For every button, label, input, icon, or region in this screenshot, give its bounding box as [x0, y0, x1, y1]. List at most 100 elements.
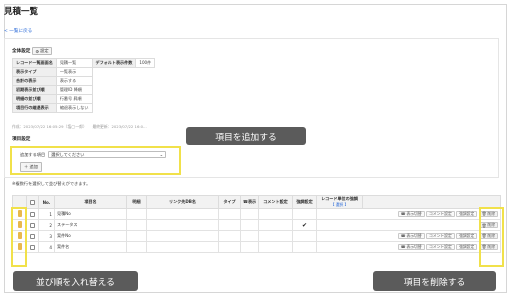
comment-settings-button[interactable]: コメント設定 [425, 211, 455, 218]
header-type: タイプ [218, 195, 241, 209]
gear-icon: ⚙ [35, 48, 40, 54]
row-display [240, 208, 259, 220]
row-link [146, 219, 219, 231]
row-emphasis [292, 241, 317, 253]
row-field-name: 案件名 [54, 241, 127, 253]
emphasis-settings-button[interactable]: 強調設定 [456, 211, 478, 218]
row-link [146, 208, 219, 220]
settings-button-label: 設定 [40, 48, 49, 53]
row-actions: ☎ 表示切替 コメント設定 強調設定 🗑 削除 [316, 241, 501, 253]
add-item-select[interactable]: 選択してください ⌄ [48, 151, 167, 158]
back-link[interactable]: < 一覧に戻る [4, 28, 32, 34]
header-link: リンク先DB名 [146, 195, 219, 209]
row-comment [258, 241, 293, 253]
header-no: No. [38, 195, 55, 209]
add-item-label: 追加する項目 [20, 151, 46, 157]
header-comment: コメント設定 [258, 195, 293, 209]
settings-key: 明細の並び順 [12, 94, 57, 104]
settings-row: 合計の表示 表示する [12, 76, 155, 86]
settings-row: 表示タイプ 一覧表示 [12, 67, 155, 77]
chevron-down-icon: ⌄ [159, 152, 164, 157]
table-row: 2 ステータス ✔ 🗑 削除 [12, 219, 501, 231]
settings-row: 項目行の縮退表示 縮退表示しない [12, 103, 155, 113]
row-checkbox-cell [26, 208, 39, 220]
row-detail [126, 208, 147, 220]
row-no: 2 [38, 219, 55, 231]
display-switch-button[interactable]: ☎ 表示切替 [397, 210, 425, 217]
field-table: No. 項目名 明細 リンク先DB名 タイプ ☎表示 コメント設定 強調設定 レ… [12, 195, 501, 253]
general-settings-title: 全体設定 [12, 49, 31, 54]
row-comment [258, 208, 293, 220]
row-display [240, 241, 259, 253]
settings-key: 合計の表示 [12, 76, 57, 86]
row-no: 3 [38, 230, 55, 242]
display-switch-button[interactable]: ☎ 表示切替 [397, 243, 425, 250]
page-title: 見積一覧 [4, 7, 39, 17]
row-no: 4 [38, 241, 55, 253]
field-settings-title: 項目設定 [12, 137, 31, 142]
row-checkbox-cell [26, 241, 39, 253]
row-type [218, 230, 241, 242]
settings-key: 初期表示並び順 [12, 85, 57, 95]
row-field-name: 案件No [54, 230, 127, 242]
row-display [240, 219, 259, 231]
add-item-button[interactable]: ＋ 追加 [20, 162, 42, 172]
display-switch-label: 表示切替 [406, 210, 422, 216]
comment-settings-button[interactable]: コメント設定 [425, 244, 455, 251]
reorder-hint: ※複数行を選択して並び替えができます。 [12, 181, 91, 186]
general-settings-heading: 全体設定 ⚙ 設定 [12, 47, 52, 55]
settings-key: デフォルト表示件数 [91, 58, 137, 68]
reorder-callout: 並び順を入れ替える [13, 271, 138, 291]
emphasis-settings-button[interactable]: 強調設定 [456, 233, 478, 240]
settings-button[interactable]: ⚙ 設定 [32, 47, 52, 55]
row-comment [258, 230, 293, 242]
row-checkbox[interactable] [30, 233, 35, 239]
table-header-row: No. 項目名 明細 リンク先DB名 タイプ ☎表示 コメント設定 強調設定 レ… [12, 195, 501, 209]
row-checkbox-cell [26, 219, 39, 231]
checkmark-icon: ✔ [301, 221, 308, 229]
select-all-checkbox[interactable] [30, 199, 35, 205]
row-field-name: 見積No [54, 208, 127, 220]
row-detail [126, 230, 147, 242]
settings-row: レコード一覧画面名 見積一覧 デフォルト表示件数 100件 [12, 58, 156, 68]
record-meta: 作成：2023/07/22 16:05:29（塩◯一郎） 最終更新：2023/0… [12, 124, 147, 129]
table-row: 1 見積No ☎ 表示切替 コメント設定 強調設定 🗑 削除 [12, 208, 501, 220]
row-detail [126, 219, 147, 231]
record-unit-select-link[interactable]: 【 選択 】 [318, 202, 361, 208]
row-emphasis [292, 208, 317, 220]
row-emphasis [292, 230, 317, 242]
settings-value: 行番号 昇順 [55, 94, 93, 104]
add-item-callout: 項目を追加する [186, 127, 306, 145]
add-item-button-label: 追加 [29, 164, 38, 169]
row-type [218, 241, 241, 253]
settings-value: 表示する [55, 76, 93, 86]
emphasis-settings-button[interactable]: 強調設定 [456, 244, 478, 251]
row-checkbox[interactable] [30, 222, 35, 228]
comment-settings-button[interactable]: コメント設定 [425, 233, 455, 240]
row-actions: 🗑 削除 [316, 219, 501, 231]
settings-value: 100件 [135, 58, 156, 68]
header-record-unit-label: レコード単位の強調 [321, 196, 358, 201]
header-display: ☎表示 [240, 195, 259, 209]
display-switch-label: 表示切替 [406, 232, 422, 238]
header-record-unit: レコード単位の強調 【 選択 】 [316, 195, 363, 209]
settings-key: 表示タイプ [12, 67, 57, 77]
settings-row: 明細の並び順 行番号 昇順 [12, 94, 155, 104]
general-settings-table: レコード一覧画面名 見積一覧 デフォルト表示件数 100件 表示タイプ 一覧表示… [12, 58, 156, 113]
header-name: 項目名 [54, 195, 127, 209]
display-switch-button[interactable]: ☎ 表示切替 [397, 232, 425, 239]
phone-icon: ☎ [400, 233, 406, 239]
row-comment [258, 219, 293, 231]
row-type [218, 219, 241, 231]
select-all-header [26, 195, 39, 209]
row-emphasis: ✔ [292, 219, 317, 231]
row-actions: ☎ 表示切替 コメント設定 強調設定 🗑 削除 [316, 230, 501, 242]
row-checkbox[interactable] [30, 211, 35, 217]
row-checkbox[interactable] [30, 244, 35, 250]
row-field-name: ステータス [54, 219, 127, 231]
settings-row: 初期表示並び順 管理ID 降順 [12, 85, 155, 95]
settings-key: レコード一覧画面名 [12, 58, 57, 68]
plus-icon: ＋ [24, 164, 29, 169]
add-item-row: 追加する項目 選択してください ⌄ [20, 151, 167, 158]
settings-value: 縮退表示しない [55, 103, 93, 113]
